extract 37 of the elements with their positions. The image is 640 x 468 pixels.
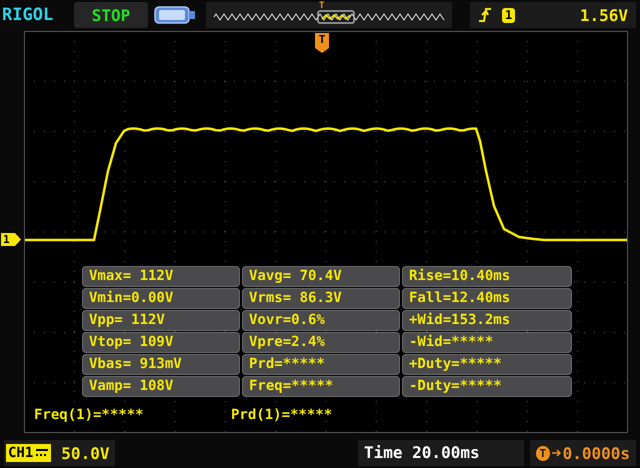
battery-icon <box>154 5 196 25</box>
measurement-cell: -Duty=***** <box>402 376 572 397</box>
measurement-cell: Freq=***** <box>242 376 400 397</box>
measurement-cell: Vmax= 112V <box>82 266 240 287</box>
measurement-cell: Vbas= 913mV <box>82 354 240 375</box>
counter-reading: Prd(1)=***** <box>231 407 332 423</box>
counter-reading: Freq(1)=***** <box>34 407 144 423</box>
trigger-position-marker[interactable]: T <box>315 33 329 53</box>
trigger-position-marker: T <box>319 2 324 11</box>
trigger-badge: T <box>536 446 550 460</box>
measurement-cell: Vovr=0.6% <box>242 310 400 331</box>
channel-marker[interactable]: 1 <box>1 233 21 246</box>
trigger-source-badge: 1 <box>502 8 516 22</box>
measurement-cell: Vpp= 112V <box>82 310 240 331</box>
rising-edge-icon <box>478 7 492 23</box>
measurement-cell: Vtop= 109V <box>82 332 240 353</box>
dc-coupling-icon <box>35 447 50 459</box>
measurement-cell: -Wid=***** <box>402 332 572 353</box>
trigger-level: 1.56V <box>580 6 628 24</box>
memory-waveform-icon <box>212 10 446 24</box>
channel-badge[interactable]: CH1 <box>6 444 52 462</box>
measurement-cell: Vavg= 70.4V <box>242 266 400 287</box>
timebase-readout: Time 20.00ms <box>358 440 524 466</box>
measurement-cell: +Duty=***** <box>402 354 572 375</box>
measurement-cell: Fall=12.40ms <box>402 288 572 309</box>
trigger-offset: 0.0000s <box>562 444 630 462</box>
measurement-cell: Vpre=2.4% <box>242 332 400 353</box>
measurement-cell: Vamp= 108V <box>82 376 240 397</box>
brand-logo: RIGOL <box>2 5 54 25</box>
right-arrow-icon <box>552 448 561 458</box>
measurement-cell: Prd=***** <box>242 354 400 375</box>
measurement-cell: +Wid=153.2ms <box>402 310 572 331</box>
measurement-cell: Vrms= 86.3V <box>242 288 400 309</box>
measurement-cell: Rise=10.40ms <box>402 266 572 287</box>
run-stop-status[interactable]: STOP <box>74 2 148 28</box>
vertical-scale: 50.0V <box>61 444 110 462</box>
measurement-cell: Vmin=0.00V <box>82 288 240 309</box>
